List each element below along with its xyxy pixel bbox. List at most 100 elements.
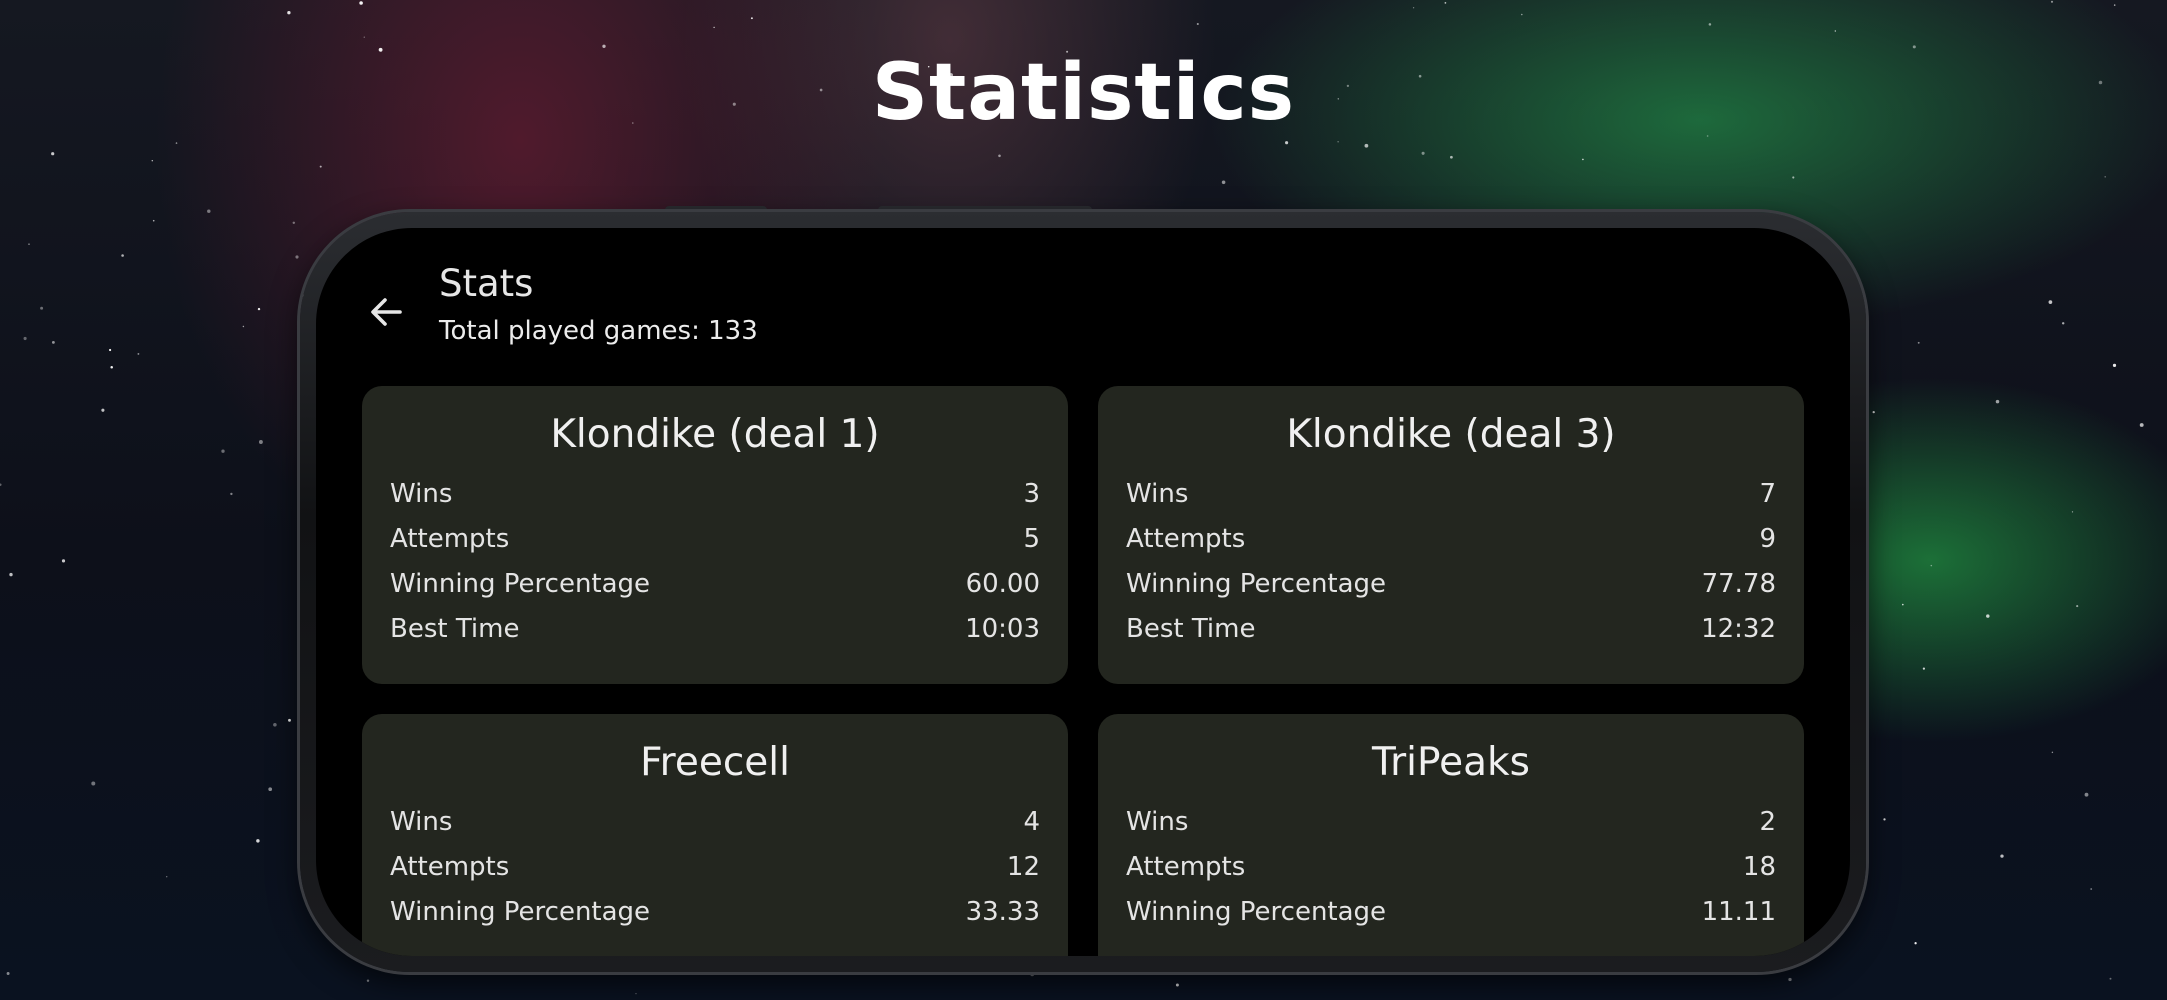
star — [2139, 423, 2144, 427]
star — [256, 839, 260, 843]
star — [268, 787, 273, 792]
star — [137, 352, 140, 355]
stat-row-attempts: Attempts 12 — [390, 845, 1040, 890]
star — [2090, 888, 2093, 890]
stat-row-best-time: Best Time 12:32 — [1126, 607, 1776, 652]
star — [2113, 4, 2116, 6]
star — [91, 781, 96, 786]
stat-value: 12 — [1006, 852, 1040, 882]
star — [1450, 155, 1453, 159]
star — [295, 255, 299, 259]
star — [2084, 792, 2089, 797]
star — [1986, 614, 1990, 618]
star — [2104, 176, 2106, 178]
stats-card-freecell: Freecell Wins 4 Attempts 12 Winning Perc… — [362, 714, 1068, 956]
stat-row-winning-percentage: Winning Percentage 11.11 — [1126, 890, 1776, 935]
star — [1337, 141, 1339, 143]
card-title: Freecell — [640, 740, 790, 785]
star — [1175, 983, 1179, 987]
stat-value: 5 — [1023, 524, 1040, 554]
star — [1872, 410, 1875, 414]
stat-row-winning-percentage: Winning Percentage 77.78 — [1126, 562, 1776, 607]
star — [2071, 511, 2074, 513]
star — [635, 992, 637, 995]
star — [51, 152, 55, 156]
total-played-games: Total played games: 133 — [439, 316, 758, 346]
star — [258, 440, 263, 444]
stat-row-attempts: Attempts 9 — [1126, 517, 1776, 562]
stat-value: 10:03 — [965, 614, 1040, 644]
stat-row-wins: Wins 4 — [390, 800, 1040, 845]
star — [1196, 22, 1199, 26]
star — [2051, 751, 2054, 754]
star — [1285, 141, 1289, 145]
star — [363, 36, 366, 38]
star — [61, 559, 66, 563]
star — [2112, 363, 2117, 368]
star — [1930, 564, 1933, 567]
app-bar-title: Stats — [439, 262, 534, 305]
stat-value: 60.00 — [965, 569, 1040, 599]
back-arrow-icon[interactable] — [366, 292, 406, 332]
star — [9, 572, 13, 577]
stat-value: 11.11 — [1701, 897, 1776, 927]
stat-label: Wins — [1126, 479, 1189, 509]
star — [1902, 603, 1904, 606]
star — [750, 17, 753, 20]
stat-value: 9 — [1759, 524, 1776, 554]
star — [40, 306, 44, 310]
star — [359, 1, 363, 5]
stat-value: 3 — [1023, 479, 1040, 509]
star — [6, 972, 10, 975]
stat-value: 7 — [1759, 479, 1776, 509]
star — [51, 340, 55, 344]
stat-row-wins: Wins 7 — [1126, 472, 1776, 517]
star — [221, 449, 225, 453]
star — [288, 718, 291, 722]
star — [287, 11, 291, 15]
star — [1917, 341, 1920, 344]
star — [1444, 2, 1447, 4]
stat-row-wins: Wins 2 — [1126, 800, 1776, 845]
phone-screen: Stats Total played games: 133 Klondike (… — [316, 228, 1850, 956]
star — [1995, 399, 2000, 404]
stat-row-winning-percentage: Winning Percentage 33.33 — [390, 890, 1040, 935]
star — [366, 979, 370, 982]
stat-label: Wins — [390, 479, 453, 509]
star — [2050, 0, 2054, 3]
star — [713, 26, 715, 29]
star — [1834, 30, 1836, 32]
star — [2076, 605, 2079, 608]
star — [1922, 667, 1925, 670]
card-title: Klondike (deal 3) — [1286, 412, 1616, 457]
stat-row-attempts: Attempts 5 — [390, 517, 1040, 562]
stat-label: Wins — [1126, 807, 1189, 837]
star — [2000, 854, 2004, 858]
star — [1914, 942, 1917, 945]
star — [2048, 300, 2053, 304]
stat-label: Attempts — [1126, 852, 1246, 882]
star — [1582, 158, 1584, 161]
stat-label: Attempts — [1126, 524, 1246, 554]
star — [1221, 180, 1226, 185]
stats-grid[interactable]: Klondike (deal 1) Wins 3 Attempts 5 Winn… — [362, 386, 1804, 956]
star — [152, 219, 155, 222]
star — [28, 243, 30, 245]
star — [1030, 972, 1035, 977]
stat-label: Attempts — [390, 852, 510, 882]
star — [101, 408, 105, 412]
star — [273, 723, 277, 727]
stat-row-best-time: Best Time 10:03 — [390, 607, 1040, 652]
stat-value: 2 — [1759, 807, 1776, 837]
star — [0, 483, 2, 486]
stats-card-klondike-deal-3: Klondike (deal 3) Wins 7 Attempts 9 Winn… — [1098, 386, 1804, 684]
stat-value: 77.78 — [1701, 569, 1776, 599]
stat-value: 33.33 — [965, 897, 1040, 927]
stat-row-winning-percentage: Winning Percentage 60.00 — [390, 562, 1040, 607]
star — [23, 336, 27, 341]
star — [242, 325, 245, 328]
star — [2109, 977, 2112, 980]
card-title: TriPeaks — [1372, 740, 1530, 785]
star — [207, 209, 211, 213]
star — [165, 875, 168, 878]
